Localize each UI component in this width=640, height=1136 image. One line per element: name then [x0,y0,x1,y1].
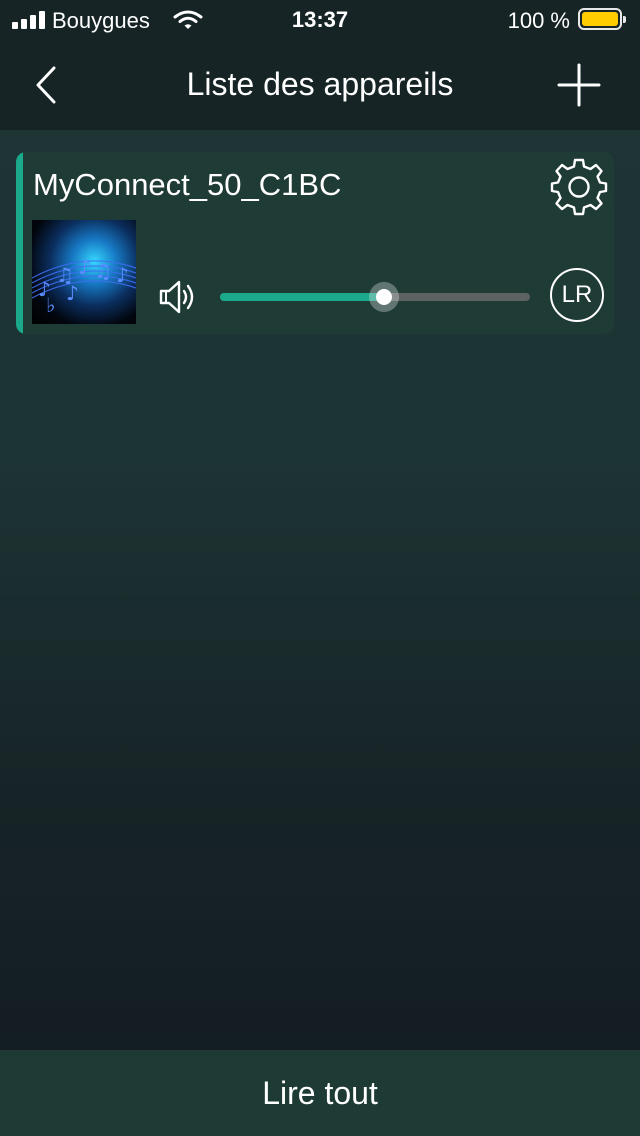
svg-text:♪: ♪ [66,281,79,305]
volume-slider-fill [220,293,385,301]
svg-text:♭: ♭ [46,293,55,317]
plus-icon[interactable] [553,59,605,111]
battery-percentage: 100 % [507,8,570,33]
navigation-bar: Liste des appareils [0,40,640,130]
device-card[interactable]: MyConnect_50_C1BC ♪ ♫ ♪ ♫ ♪ ♭ ♪ LR [16,152,614,334]
album-art[interactable]: ♪ ♫ ♪ ♫ ♪ ♭ ♪ [32,220,136,324]
battery-cap [623,16,626,23]
speaker-icon[interactable] [157,277,201,317]
stereo-channel-button[interactable]: LR [550,268,604,322]
battery-level-fill [582,12,618,26]
page-title: Liste des appareils [186,66,454,102]
play-all-button[interactable]: Lire tout [0,1050,640,1136]
volume-slider-thumb[interactable] [369,282,400,312]
card-accent-bar [16,152,23,334]
svg-text:♫: ♫ [94,259,112,283]
battery-icon [578,8,626,30]
device-name: MyConnect_50_C1BC [33,167,342,202]
svg-text:♪: ♪ [78,255,91,279]
volume-slider[interactable] [220,282,530,312]
music-notes-artwork: ♪ ♫ ♪ ♫ ♪ ♭ ♪ [32,255,136,317]
status-bar: Bouygues 13:37 100 % [0,0,640,40]
gear-icon[interactable] [548,154,610,216]
svg-text:♪: ♪ [116,263,129,287]
